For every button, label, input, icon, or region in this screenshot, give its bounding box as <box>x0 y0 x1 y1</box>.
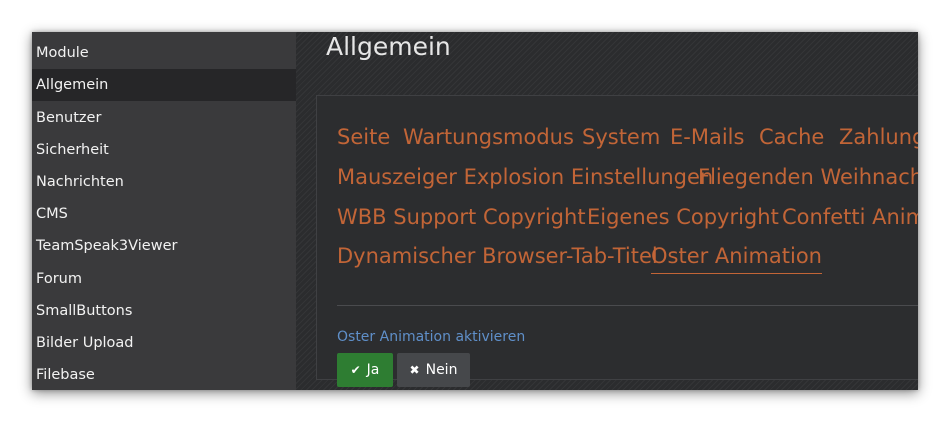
no-button[interactable]: ✖ Nein <box>397 353 470 387</box>
no-button-label: Nein <box>425 362 458 378</box>
sidebar-item-teamspeak3viewer[interactable]: TeamSpeak3Viewer <box>32 230 296 262</box>
tab-confetti-animation[interactable]: Confetti Anima <box>782 203 918 231</box>
tab-dynamischer-browser-tab-titel[interactable]: Dynamischer Browser-Tab-Titel <box>337 242 658 270</box>
page-title: Allgemein <box>326 32 451 61</box>
sidebar-item-benutzer[interactable]: Benutzer <box>32 102 296 134</box>
check-icon: ✔ <box>350 363 361 377</box>
tab-eigenes-copyright[interactable]: Eigenes Copyright <box>587 203 779 231</box>
sidebar-item-allgemein[interactable]: Allgemein <box>32 69 296 101</box>
sidebar-item-sicherheit[interactable]: Sicherheit <box>32 134 296 166</box>
tab-oster-animation[interactable]: Oster Animation <box>651 242 822 274</box>
settings-panel: Seite Wartungsmodus System E-Mails Cache… <box>316 95 918 387</box>
yes-button[interactable]: ✔ Ja <box>337 353 393 387</box>
sidebar-item-cms[interactable]: CMS <box>32 198 296 230</box>
sidebar-item-bilder-upload[interactable]: Bilder Upload <box>32 327 296 359</box>
sidebar-item-module[interactable]: Module <box>32 37 296 69</box>
sidebar: Module Allgemein Benutzer Sicherheit Nac… <box>32 32 296 390</box>
app-window: Module Allgemein Benutzer Sicherheit Nac… <box>32 32 918 390</box>
tab-mauszeiger-explosion[interactable]: Mauszeiger Explosion Einstellungen <box>337 163 713 191</box>
tab-e-mails[interactable]: E-Mails <box>670 123 744 151</box>
sidebar-item-forum[interactable]: Forum <box>32 263 296 295</box>
tab-zahlung[interactable]: Zahlung <box>839 123 918 151</box>
sidebar-item-filebase[interactable]: Filebase <box>32 359 296 390</box>
tab-cache[interactable]: Cache <box>759 123 824 151</box>
main-content: Allgemein Seite Wartungsmodus System E-M… <box>296 32 918 390</box>
tab-seite[interactable]: Seite <box>337 123 390 151</box>
tab-fliegenden-weihnachts[interactable]: Fliegenden Weihnachts <box>698 163 918 191</box>
tab-wartungsmodus[interactable]: Wartungsmodus <box>403 123 574 151</box>
yes-button-label: Ja <box>366 362 380 378</box>
sidebar-item-nachrichten[interactable]: Nachrichten <box>32 166 296 198</box>
sidebar-item-smallbuttons[interactable]: SmallButtons <box>32 295 296 327</box>
tab-system[interactable]: System <box>582 123 660 151</box>
close-icon: ✖ <box>409 363 420 377</box>
tab-divider <box>337 305 918 306</box>
tab-wbb-support-copyright[interactable]: WBB Support Copyright <box>337 203 586 231</box>
oster-animation-label: Oster Animation aktivieren <box>337 329 526 345</box>
